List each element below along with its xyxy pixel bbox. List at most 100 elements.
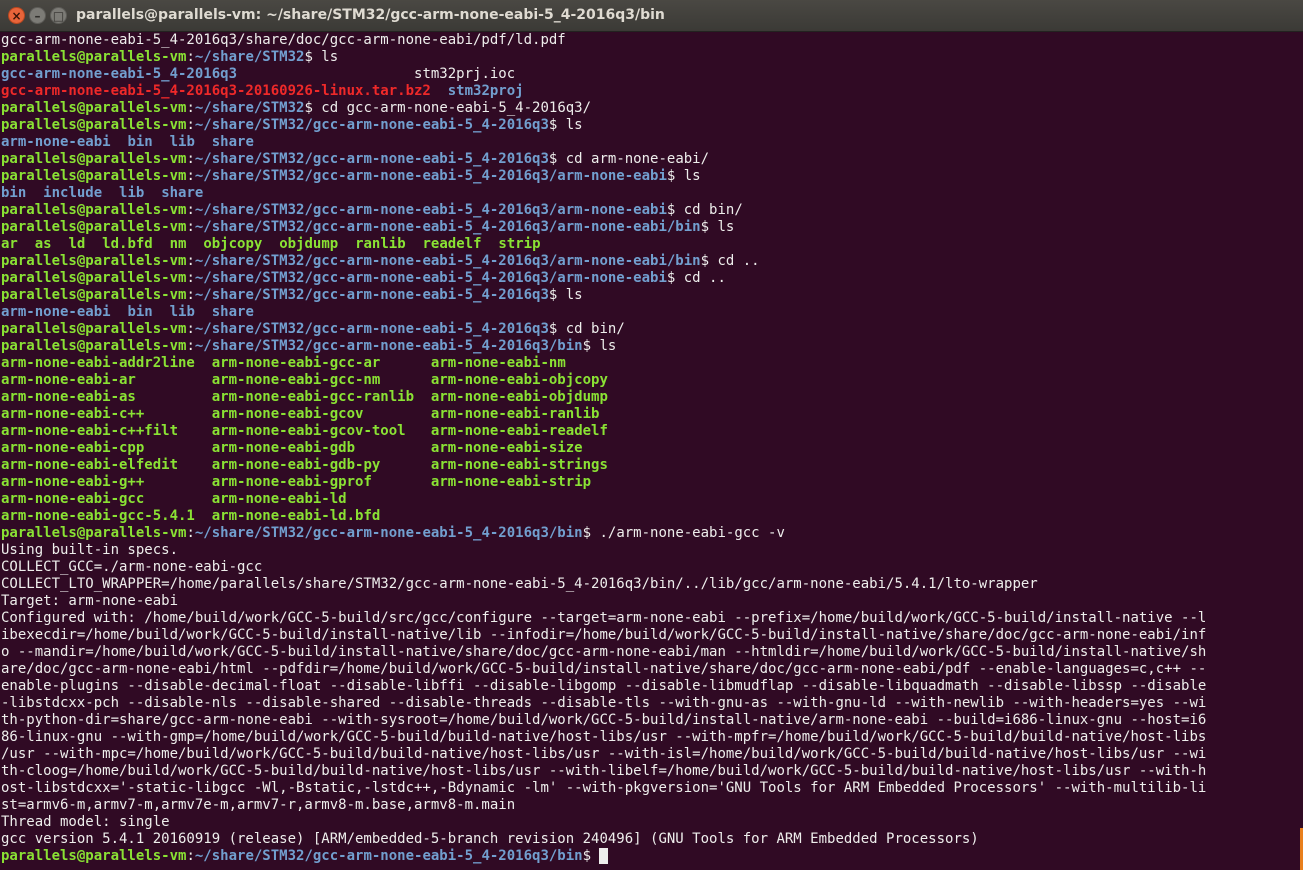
executable-entry: arm-none-eabi-as <box>1 389 136 405</box>
executable-entry: arm-none-eabi-gcov-tool <box>211 423 406 439</box>
terminal-line: ibexecdir=/home/build/work/GCC-5-build/i… <box>1 627 1298 644</box>
terminal-line: parallels@parallels-vm:~/share/STM32/gcc… <box>1 525 1298 542</box>
prompt-user-host: parallels@parallels-vm <box>1 219 187 235</box>
directory-entry: bin <box>1 185 27 201</box>
executable-entry: arm-none-eabi-ranlib <box>430 406 600 422</box>
terminal-line: arm-none-eabi-g++ arm-none-eabi-gprof ar… <box>1 474 1298 491</box>
directory-entry: gcc-arm-none-eabi-5_4-2016q3 <box>1 66 238 82</box>
prompt-user-host: parallels@parallels-vm <box>1 321 187 337</box>
directory-entry: share <box>211 134 254 150</box>
executable-entry: arm-none-eabi-nm <box>430 355 566 371</box>
terminal-line: arm-none-eabi-ar arm-none-eabi-gcc-nm ar… <box>1 372 1298 389</box>
executable-entry: arm-none-eabi-g++ <box>1 474 145 490</box>
output-text: $ cd bin/ <box>548 321 625 337</box>
terminal-line: parallels@parallels-vm:~/share/STM32$ ls <box>1 49 1298 66</box>
executable-entry: arm-none-eabi-gcc-ranlib <box>211 389 415 405</box>
directory-entry: bin <box>127 304 153 320</box>
terminal-line: arm-none-eabi-elfedit arm-none-eabi-gdb-… <box>1 457 1298 474</box>
terminal-output[interactable]: gcc-arm-none-eabi-5_4-2016q3/share/doc/g… <box>1 32 1298 870</box>
terminal-line: -libstdcxx-pch --disable-nls --disable-s… <box>1 695 1298 712</box>
executable-entry: ld <box>68 236 86 252</box>
executable-entry: arm-none-eabi-gcov <box>211 406 364 422</box>
executable-entry: arm-none-eabi-size <box>430 440 583 456</box>
maximize-icon[interactable]: □ <box>50 7 67 24</box>
prompt-path: ~/share/STM32/gcc-arm-none-eabi-5_4-2016… <box>194 338 583 354</box>
output-text: $ cd .. <box>700 253 760 269</box>
output-text: th-cloog=/home/build/work/GCC-5-build/bu… <box>1 763 1207 779</box>
terminal-line: parallels@parallels-vm:~/share/STM32/gcc… <box>1 168 1298 185</box>
terminal-line: 86-linux-gnu --with-gmp=/home/build/work… <box>1 729 1298 746</box>
executable-entry: arm-none-eabi-gcc <box>1 491 145 507</box>
executable-entry: arm-none-eabi-elfedit <box>1 457 179 473</box>
prompt-user-host: parallels@parallels-vm <box>1 253 187 269</box>
output-text: $ ls <box>700 219 735 235</box>
scrollbar[interactable] <box>1298 32 1303 870</box>
executable-entry: arm-none-eabi-gprof <box>211 474 372 490</box>
terminal-line: parallels@parallels-vm:~/share/STM32/gcc… <box>1 270 1298 287</box>
directory-entry: lib <box>169 304 195 320</box>
output-text: Configured with: /home/build/work/GCC-5-… <box>1 610 1207 626</box>
directory-entry: bin <box>127 134 153 150</box>
terminal-line: th-python-dir=share/gcc-arm-none-eabi --… <box>1 712 1298 729</box>
output-text: Using built-in specs. <box>1 542 179 558</box>
terminal-line: Using built-in specs. <box>1 542 1298 559</box>
close-icon[interactable]: × <box>8 7 25 24</box>
terminal-line: gcc version 5.4.1 20160919 (release) [AR… <box>1 831 1298 848</box>
terminal-line: Configured with: /home/build/work/GCC-5-… <box>1 610 1298 627</box>
prompt-path: ~/share/STM32/gcc-arm-none-eabi-5_4-2016… <box>194 219 701 235</box>
directory-entry: lib <box>119 185 145 201</box>
terminal-line: Target: arm-none-eabi <box>1 593 1298 610</box>
window-titlebar[interactable]: × – □ parallels@parallels-vm: ~/share/ST… <box>0 0 1303 32</box>
terminal-line: arm-none-eabi bin lib share <box>1 134 1298 151</box>
prompt-path: ~/share/STM32/gcc-arm-none-eabi-5_4-2016… <box>194 168 667 184</box>
terminal-line: COLLECT_LTO_WRAPPER=/home/parallels/shar… <box>1 576 1298 593</box>
output-text: th-python-dir=share/gcc-arm-none-eabi --… <box>1 712 1207 728</box>
output-text: $ ls <box>582 338 617 354</box>
terminal-line: Thread model: single <box>1 814 1298 831</box>
output-text: $ cd .. <box>666 270 726 286</box>
directory-entry: include <box>43 185 103 201</box>
executable-entry: arm-none-eabi-gcc-nm <box>211 372 381 388</box>
executable-entry: arm-none-eabi-strip <box>430 474 592 490</box>
output-text: : <box>186 151 195 167</box>
directory-entry: arm-none-eabi <box>1 134 111 150</box>
output-text: $ cd bin/ <box>666 202 743 218</box>
executable-entry: ranlib <box>355 236 406 252</box>
terminal-line: parallels@parallels-vm:~/share/STM32/gcc… <box>1 848 1298 865</box>
prompt-path: ~/share/STM32/gcc-arm-none-eabi-5_4-2016… <box>194 270 667 286</box>
executable-entry: readelf <box>422 236 482 252</box>
executable-entry: arm-none-eabi-readelf <box>430 423 608 439</box>
directory-entry: stm32proj <box>447 83 524 99</box>
terminal-line: parallels@parallels-vm:~/share/STM32/gcc… <box>1 117 1298 134</box>
prompt-path: ~/share/STM32/gcc-arm-none-eabi-5_4-2016… <box>194 287 549 303</box>
output-text: 86-linux-gnu --with-gmp=/home/build/work… <box>1 729 1207 745</box>
prompt-user-host: parallels@parallels-vm <box>1 202 187 218</box>
directory-entry: share <box>211 304 254 320</box>
executable-entry: ld.bfd <box>102 236 153 252</box>
prompt-path: ~/share/STM32/gcc-arm-none-eabi-5_4-2016… <box>194 848 583 864</box>
minimize-icon[interactable]: – <box>29 7 46 24</box>
